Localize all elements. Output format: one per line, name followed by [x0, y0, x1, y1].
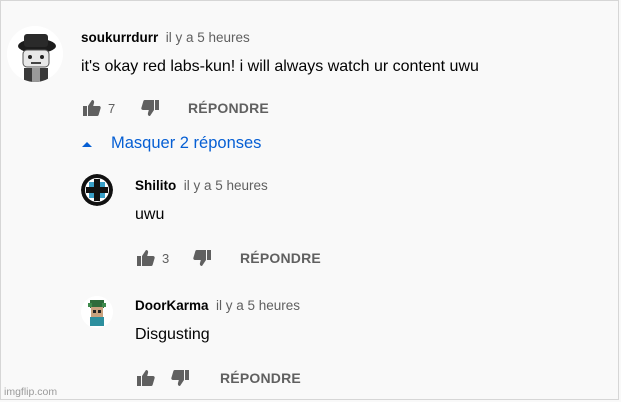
author-name[interactable]: Shilito — [135, 178, 176, 193]
comment-actions: 7 RÉPONDRE — [80, 98, 269, 118]
comment-header: soukurrdurr il y a 5 heures — [81, 29, 250, 47]
like-button[interactable] — [80, 98, 104, 118]
thumbs-down-icon — [193, 250, 211, 266]
comment-text: Disgusting — [135, 326, 210, 343]
comment-actions: 3 RÉPONDRE — [134, 248, 321, 268]
timestamp[interactable]: il y a 5 heures — [184, 178, 268, 193]
avatar[interactable] — [7, 26, 63, 82]
like-count: 7 — [108, 100, 116, 116]
thumbs-up-icon — [137, 370, 155, 386]
like-button[interactable] — [134, 248, 158, 268]
hide-replies-label: Masquer 2 réponses — [111, 134, 262, 152]
thumbs-up-icon — [83, 100, 101, 116]
reply-button[interactable]: RÉPONDRE — [240, 250, 321, 266]
pattern-avatar — [81, 174, 113, 206]
comment-header: DoorKarma il y a 5 heures — [135, 297, 300, 315]
thumbs-down-icon — [141, 100, 159, 116]
chevron-up-icon — [82, 141, 92, 147]
avatar[interactable] — [81, 296, 113, 328]
author-name[interactable]: DoorKarma — [135, 298, 209, 313]
hat-character-avatar — [7, 26, 63, 82]
hide-replies-toggle[interactable]: Masquer 2 réponses — [81, 134, 261, 153]
comment-text: uwu — [135, 206, 165, 223]
dislike-button[interactable] — [138, 98, 162, 118]
like-button[interactable] — [134, 368, 158, 388]
dislike-button[interactable] — [190, 248, 214, 268]
author-name[interactable]: soukurrdurr — [81, 30, 158, 45]
watermark: imgflip.com — [4, 386, 58, 398]
dislike-button[interactable] — [168, 368, 192, 388]
timestamp[interactable]: il y a 5 heures — [166, 30, 250, 45]
comment-header: Shilito il y a 5 heures — [135, 177, 268, 195]
pixel-character-avatar — [81, 296, 113, 328]
comment-text: it's okay red labs-kun! i will always wa… — [81, 58, 479, 75]
reply-button[interactable]: RÉPONDRE — [220, 370, 301, 386]
thumbs-up-icon — [137, 250, 155, 266]
comment-actions: RÉPONDRE — [134, 368, 301, 388]
reply-button[interactable]: RÉPONDRE — [188, 100, 269, 116]
avatar[interactable] — [81, 174, 113, 206]
timestamp[interactable]: il y a 5 heures — [216, 298, 300, 313]
thumbs-down-icon — [171, 370, 189, 386]
like-count: 3 — [162, 250, 170, 266]
